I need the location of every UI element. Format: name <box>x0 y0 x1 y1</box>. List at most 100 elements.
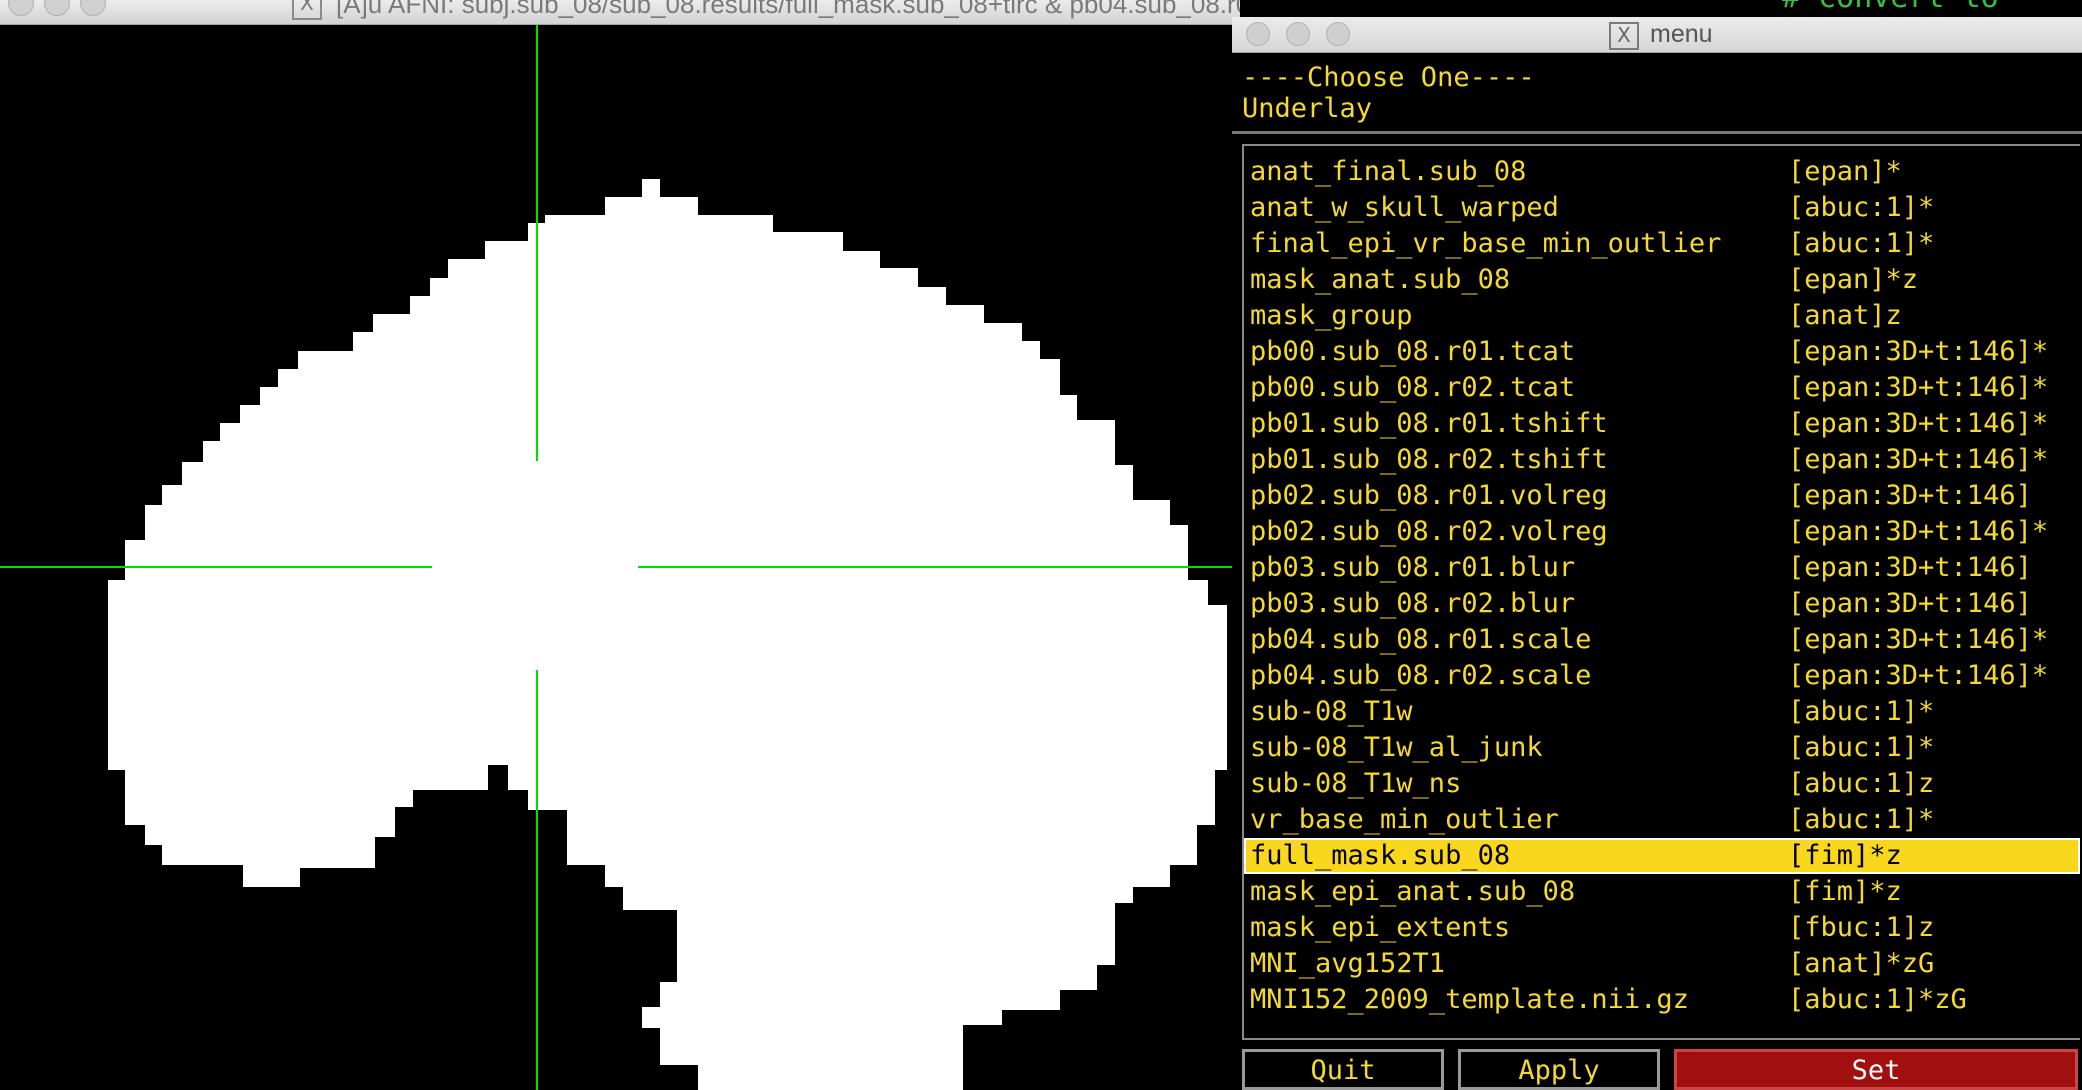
dataset-type: [epan]* <box>1788 156 1902 187</box>
list-item[interactable]: vr_base_min_outlier [abuc:1]* <box>1244 802 2080 838</box>
close-window-button[interactable] <box>8 0 34 16</box>
dataset-type: [epan:3D+t:146]* <box>1788 408 2049 439</box>
dataset-name: mask_group <box>1250 300 1413 331</box>
list-item[interactable]: MNI_avg152T1 [anat]*zG <box>1244 946 2080 982</box>
dataset-name: pb02.sub_08.r02.volreg <box>1250 516 1608 547</box>
dataset-type: [epan:3D+t:146]* <box>1788 516 2049 547</box>
dataset-type: [epan:3D+t:146]* <box>1788 372 2049 403</box>
dataset-name: sub-08_T1w <box>1250 696 1413 727</box>
apply-button[interactable]: Apply <box>1458 1049 1660 1090</box>
dataset-name: sub-08_T1w_ns <box>1250 768 1462 799</box>
dataset-type: [abuc:1]* <box>1788 804 1935 835</box>
brain-mask-shape <box>108 179 1227 1090</box>
dataset-type: [abuc:1]* <box>1788 696 1935 727</box>
separator <box>1232 131 2082 134</box>
dataset-type: [epan:3D+t:146] <box>1788 480 2032 511</box>
dataset-name: pb00.sub_08.r01.tcat <box>1250 336 1576 367</box>
x11-icon: X <box>292 0 322 20</box>
dataset-type: [fim]*z <box>1788 840 1902 871</box>
dataset-name: pb03.sub_08.r02.blur <box>1250 588 1576 619</box>
dataset-name: pb03.sub_08.r01.blur <box>1250 552 1576 583</box>
list-item[interactable]: pb04.sub_08.r01.scale [epan:3D+t:146]* <box>1244 622 2080 658</box>
dataset-type: [anat]z <box>1788 300 1902 331</box>
dataset-name: pb00.sub_08.r02.tcat <box>1250 372 1576 403</box>
dataset-name: mask_epi_extents <box>1250 912 1511 943</box>
dataset-name: anat_w_skull_warped <box>1250 192 1559 223</box>
dataset-name: mask_epi_anat.sub_08 <box>1250 876 1576 907</box>
list-item[interactable]: mask_epi_anat.sub_08 [fim]*z <box>1244 874 2080 910</box>
dataset-type: [abuc:1]* <box>1788 228 1935 259</box>
dataset-name: full_mask.sub_08 <box>1250 840 1511 871</box>
terminal-window-strip: # convert to <box>1760 0 2082 17</box>
menu-window-title: menu <box>1650 20 1713 48</box>
dataset-type: [abuc:1]*zG <box>1788 984 1967 1015</box>
button-bar: Quit Apply Set <box>1232 1047 2082 1090</box>
dataset-type: [fim]*z <box>1788 876 1902 907</box>
dataset-name: pb02.sub_08.r01.volreg <box>1250 480 1608 511</box>
dataset-list-rows: anat_final.sub_08 [epan]* anat_w_skull_war… <box>1244 154 2080 1018</box>
list-item[interactable]: pb01.sub_08.r02.tshift [epan:3D+t:146]* <box>1244 442 2080 478</box>
list-item[interactable]: sub-08_T1w_al_junk [abuc:1]* <box>1244 730 2080 766</box>
list-item[interactable]: pb02.sub_08.r01.volreg [epan:3D+t:146] <box>1244 478 2080 514</box>
list-item[interactable]: pb02.sub_08.r02.volreg [epan:3D+t:146]* <box>1244 514 2080 550</box>
dataset-type: [epan:3D+t:146]* <box>1788 624 2049 655</box>
dataset-name: pb01.sub_08.r01.tshift <box>1250 408 1608 439</box>
dataset-name: MNI152_2009_template.nii.gz <box>1250 984 1689 1015</box>
dataset-name: pb04.sub_08.r01.scale <box>1250 624 1592 655</box>
dataset-type: [epan:3D+t:146] <box>1788 552 2032 583</box>
dataset-type: [epan:3D+t:146]* <box>1788 444 2049 475</box>
list-item[interactable]: mask_anat.sub_08 [epan]*z <box>1244 262 2080 298</box>
zoom-window-button[interactable] <box>1326 22 1350 46</box>
dataset-type: [epan]*z <box>1788 264 1919 295</box>
dataset-name: mask_anat.sub_08 <box>1250 264 1511 295</box>
list-item[interactable]: pb04.sub_08.r02.scale [epan:3D+t:146]* <box>1244 658 2080 694</box>
dataset-name: pb01.sub_08.r02.tshift <box>1250 444 1608 475</box>
list-item[interactable]: pb01.sub_08.r01.tshift [epan:3D+t:146]* <box>1244 406 2080 442</box>
list-item[interactable]: pb00.sub_08.r01.tcat [epan:3D+t:146]* <box>1244 334 2080 370</box>
terminal-text: # convert to <box>1782 0 1999 15</box>
dataset-name: MNI_avg152T1 <box>1250 948 1446 979</box>
list-item[interactable]: pb03.sub_08.r02.blur [epan:3D+t:146] <box>1244 586 2080 622</box>
list-item[interactable]: MNI152_2009_template.nii.gz [abuc:1]*zG <box>1244 982 2080 1018</box>
dataset-type: [anat]*zG <box>1788 948 1935 979</box>
minimize-window-button[interactable] <box>1286 22 1310 46</box>
chooser-mode: Underlay <box>1242 93 1373 124</box>
viewer-titlebar[interactable]: X [A]u AFNI: subj.sub_08/sub_08.results/… <box>0 0 1240 25</box>
menu-titlebar[interactable]: X menu <box>1232 17 2082 53</box>
dataset-name: anat_final.sub_08 <box>1250 156 1527 187</box>
list-item[interactable]: mask_epi_extents [fbuc:1]z <box>1244 910 2080 946</box>
list-item-selected[interactable]: full_mask.sub_08 [fim]*z <box>1244 838 2080 874</box>
viewer-window-title: [A]u AFNI: subj.sub_08/sub_08.results/fu… <box>336 0 1240 19</box>
list-item[interactable]: sub-08_T1w_ns [abuc:1]z <box>1244 766 2080 802</box>
x11-icon: X <box>1609 22 1639 50</box>
list-item[interactable]: anat_w_skull_warped [abuc:1]* <box>1244 190 2080 226</box>
list-item[interactable]: mask_group [anat]z <box>1244 298 2080 334</box>
list-item[interactable]: pb00.sub_08.r02.tcat [epan:3D+t:146]* <box>1244 370 2080 406</box>
zoom-window-button[interactable] <box>80 0 106 16</box>
dataset-type: [abuc:1]z <box>1788 768 1935 799</box>
set-button[interactable]: Set <box>1674 1049 2078 1090</box>
dataset-list[interactable]: anat_final.sub_08 [epan]* anat_w_skull_war… <box>1242 144 2080 1040</box>
list-item[interactable]: final_epi_vr_base_min_outlier [abuc:1]* <box>1244 226 2080 262</box>
dataset-type: [epan:3D+t:146]* <box>1788 660 2049 691</box>
chooser-heading: ----Choose One---- Underlay <box>1242 62 1535 124</box>
dataset-name: pb04.sub_08.r02.scale <box>1250 660 1592 691</box>
dataset-type: [epan:3D+t:146]* <box>1788 336 2049 367</box>
close-window-button[interactable] <box>1246 22 1270 46</box>
quit-button[interactable]: Quit <box>1242 1049 1444 1090</box>
list-item[interactable]: anat_final.sub_08 [epan]* <box>1244 154 2080 190</box>
image-viewer[interactable] <box>0 25 1234 1090</box>
chooser-prompt: ----Choose One---- <box>1242 62 1535 93</box>
dataset-name: final_epi_vr_base_min_outlier <box>1250 228 1722 259</box>
dataset-type: [abuc:1]* <box>1788 192 1935 223</box>
dataset-name: vr_base_min_outlier <box>1250 804 1559 835</box>
dataset-name: sub-08_T1w_al_junk <box>1250 732 1543 763</box>
dataset-type: [epan:3D+t:146] <box>1788 588 2032 619</box>
list-item[interactable]: pb03.sub_08.r01.blur [epan:3D+t:146] <box>1244 550 2080 586</box>
dataset-type: [abuc:1]* <box>1788 732 1935 763</box>
dataset-chooser-window: X menu ----Choose One---- Underlay anat_… <box>1232 17 2082 1090</box>
minimize-window-button[interactable] <box>44 0 70 16</box>
list-item[interactable]: sub-08_T1w [abuc:1]* <box>1244 694 2080 730</box>
dataset-type: [fbuc:1]z <box>1788 912 1935 943</box>
brain-mask-slice[interactable] <box>0 25 1234 1090</box>
